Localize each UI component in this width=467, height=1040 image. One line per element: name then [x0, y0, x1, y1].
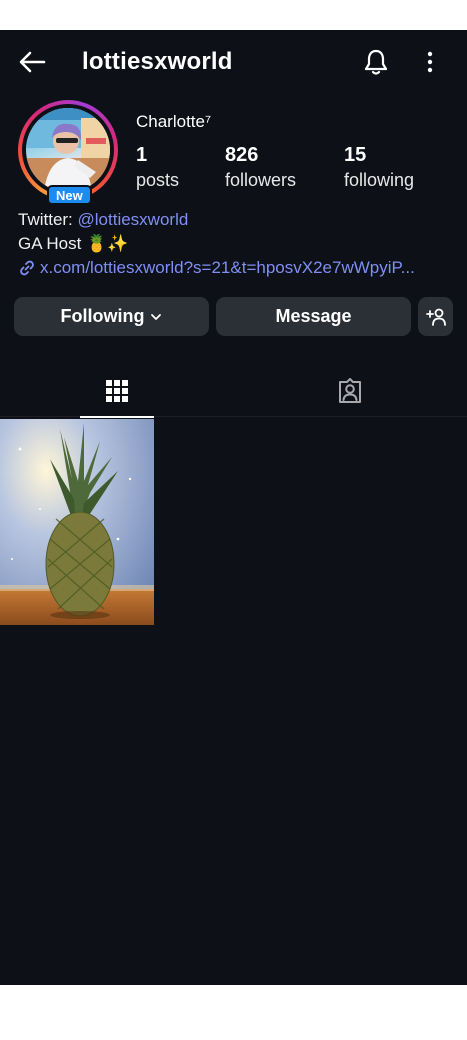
bio-twitter-prefix: Twitter: — [18, 210, 78, 229]
bio-twitter-line: Twitter: @lottiesxworld — [18, 208, 458, 232]
back-button[interactable] — [14, 46, 50, 78]
profile-username: lottiesxworld — [82, 48, 233, 75]
profile-avatar[interactable]: New — [18, 100, 118, 205]
new-badge: New — [47, 185, 92, 205]
stat-following[interactable]: 15 following — [344, 143, 414, 193]
tab-posts-grid[interactable] — [80, 365, 154, 418]
following-label: following — [344, 170, 415, 190]
posts-count: 1 — [136, 144, 148, 166]
suggested-users-button[interactable] — [418, 297, 453, 336]
notifications-button[interactable] — [360, 46, 392, 78]
stat-posts[interactable]: 1 posts — [136, 143, 179, 193]
link-icon — [20, 260, 34, 276]
more-vertical-icon — [427, 51, 433, 73]
chevron-down-icon — [151, 313, 162, 320]
post-thumbnail[interactable] — [0, 419, 154, 625]
back-arrow-icon — [19, 51, 46, 73]
following-button[interactable]: Following — [14, 297, 209, 336]
top-bar: lottiesxworld — [0, 30, 467, 94]
pineapple-photo — [0, 419, 154, 625]
profile-screen: lottiesxworld New Charlotte⁷ 1 posts 826… — [0, 30, 467, 985]
grid-icon — [106, 380, 128, 402]
display-name: Charlotte⁷ — [136, 112, 212, 131]
message-button[interactable]: Message — [216, 297, 411, 336]
stat-followers[interactable]: 826 followers — [225, 143, 296, 193]
tagged-person-icon — [339, 378, 361, 403]
posts-label: posts — [136, 170, 180, 190]
followers-label: followers — [225, 170, 297, 190]
message-button-label: Message — [275, 306, 352, 326]
bio-line-2: GA Host 🍍✨ — [18, 234, 129, 253]
following-button-label: Following — [60, 306, 145, 326]
bio-link[interactable]: x.com/lottiesxworld?s=21&t=hposvX2e7wWpy… — [18, 256, 458, 280]
bio: Twitter: @lottiesxworld GA Host 🍍✨ x.com… — [18, 208, 458, 280]
avatar-image — [26, 108, 110, 192]
following-count: 15 — [344, 144, 367, 166]
bio-link-text[interactable]: x.com/lottiesxworld?s=21&t=hposvX2e7wWpy… — [40, 256, 442, 280]
twitter-handle-link[interactable]: @lottiesxworld — [78, 210, 189, 229]
bell-icon — [364, 49, 388, 75]
tab-tagged[interactable] — [313, 365, 387, 417]
more-options-button[interactable] — [416, 46, 444, 78]
add-person-icon — [425, 308, 446, 326]
followers-count: 826 — [225, 144, 259, 166]
profile-tabs — [0, 365, 467, 418]
